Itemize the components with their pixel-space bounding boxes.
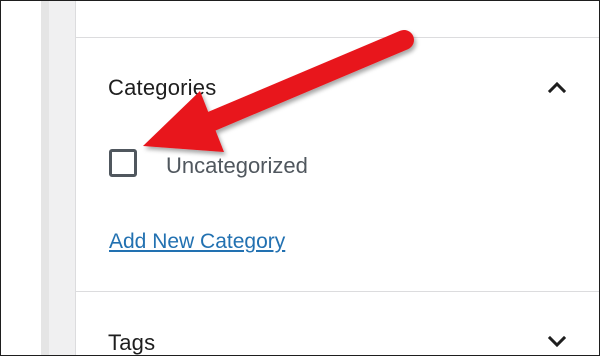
settings-sidebar — [75, 1, 599, 355]
add-new-category-link[interactable]: Add New Category — [109, 230, 285, 254]
category-label-uncategorized[interactable]: Uncategorized — [166, 153, 308, 179]
panel-divider-bottom — [76, 291, 599, 292]
uncategorized-checkbox[interactable] — [109, 149, 137, 177]
categories-panel-title[interactable]: Categories — [108, 75, 216, 101]
chevron-down-icon — [547, 335, 567, 348]
tags-panel-title[interactable]: Tags — [108, 330, 155, 355]
screenshot-frame: Categories Uncategorized Add New Categor… — [0, 0, 600, 356]
editor-left-edge-inner — [49, 1, 75, 355]
categories-toggle-button[interactable] — [542, 72, 572, 102]
panel-divider-top — [76, 37, 599, 38]
tags-toggle-button[interactable] — [542, 327, 572, 355]
chevron-up-icon — [547, 81, 567, 94]
